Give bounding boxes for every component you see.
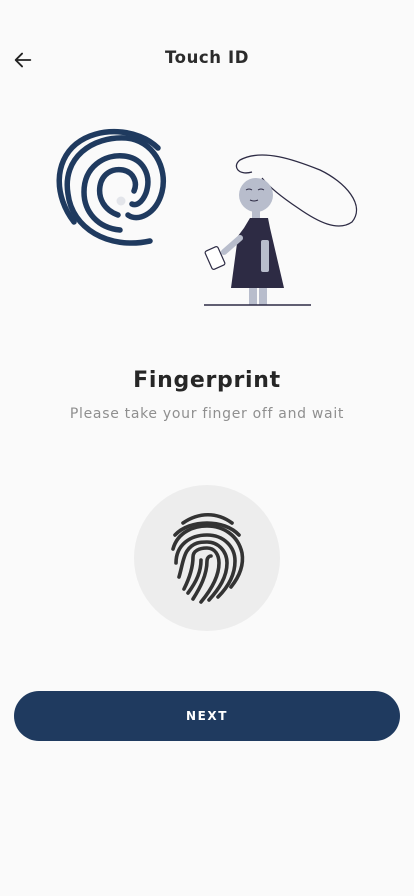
page-title: Touch ID — [164, 48, 250, 67]
fingerprint-icon — [171, 512, 245, 604]
fingerprint-spiral-icon — [56, 129, 166, 246]
fingerprint-scanner[interactable] — [134, 485, 280, 631]
fingerprint-dot — [116, 196, 126, 206]
instruction-text: Please take your finger off and wait — [69, 406, 345, 422]
woman-holding-phone-illustration — [204, 154, 358, 306]
app-header: Touch ID — [0, 36, 414, 84]
main-title: Fingerprint — [133, 368, 281, 393]
next-button[interactable]: NEXT — [14, 691, 400, 741]
touch-id-illustration — [56, 129, 358, 306]
